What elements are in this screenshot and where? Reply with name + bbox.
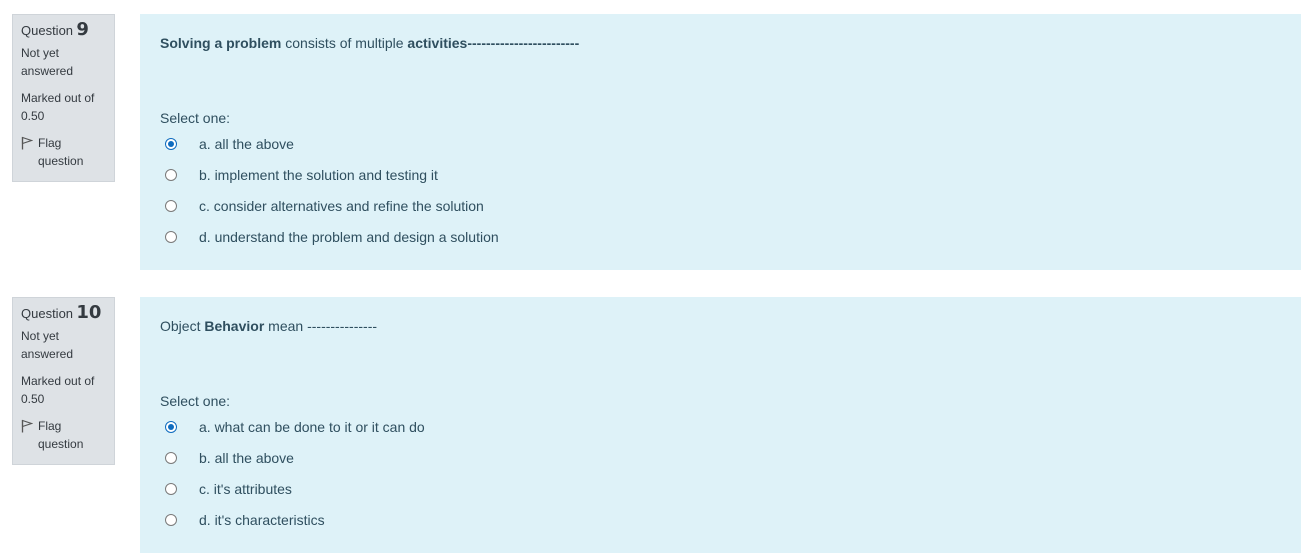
answer-label[interactable]: c. it's attributes [199, 481, 292, 497]
question-text-part: ------------------------ [467, 35, 580, 51]
answer-option-d[interactable]: d. understand the problem and design a s… [165, 226, 499, 248]
select-one-prompt: Select one: [160, 393, 231, 409]
answer-option-b[interactable]: b. implement the solution and testing it [165, 164, 438, 186]
flag-icon [21, 419, 33, 433]
question-number-label: Question [21, 306, 74, 321]
flag-question-link[interactable]: Flag question [21, 417, 106, 453]
question-grade: Marked out of 0.50 [21, 374, 95, 406]
question-number-label: Question [21, 23, 74, 38]
question-grade: Marked out of 0.50 [21, 91, 95, 123]
question-state: Not yet answered [21, 329, 74, 361]
answer-option-c[interactable]: c. consider alternatives and refine the … [165, 195, 484, 217]
radio-button[interactable] [165, 514, 177, 526]
answer-label[interactable]: d. understand the problem and design a s… [199, 229, 499, 245]
answer-label[interactable]: b. all the above [199, 450, 294, 466]
answer-option-c[interactable]: c. it's attributes [165, 478, 292, 500]
answer-label[interactable]: a. all the above [199, 136, 294, 152]
flag-question-link[interactable]: Flag question [21, 134, 106, 170]
question-text: Solving a problem consists of multiple a… [160, 35, 579, 51]
radio-button[interactable] [165, 421, 177, 433]
answer-label[interactable]: c. consider alternatives and refine the … [199, 198, 484, 214]
question-text-part: Object [160, 318, 205, 334]
question-number: Question 10 [21, 304, 106, 323]
answer-label[interactable]: d. it's characteristics [199, 512, 325, 528]
question-info: Question 9 Not yet answered Marked out o… [12, 14, 115, 182]
question-state: Not yet answered [21, 46, 74, 78]
question-info: Question 10 Not yet answered Marked out … [12, 297, 115, 465]
flag-icon [21, 136, 33, 150]
radio-button[interactable] [165, 231, 177, 243]
question-number-value: 9 [76, 19, 89, 40]
question-text-part: Behavior [204, 318, 265, 334]
radio-button[interactable] [165, 452, 177, 464]
radio-button[interactable] [165, 483, 177, 495]
radio-button[interactable] [165, 200, 177, 212]
answer-option-d[interactable]: d. it's characteristics [165, 509, 325, 531]
question-number: Question 9 [21, 21, 106, 40]
question-text-part: activities [407, 35, 468, 51]
question-text: Object Behavior mean --------------- [160, 318, 377, 334]
select-one-prompt: Select one: [160, 110, 231, 126]
answer-option-a[interactable]: a. what can be done to it or it can do [165, 416, 425, 438]
question-content: Object Behavior mean --------------- Sel… [140, 297, 1301, 553]
question-text-part: consists of multiple [281, 35, 408, 51]
answer-option-b[interactable]: b. all the above [165, 447, 294, 469]
radio-button[interactable] [165, 169, 177, 181]
question-text-part: mean --------------- [264, 318, 378, 334]
flag-question-label: Flag question [38, 419, 84, 451]
question-content: Solving a problem consists of multiple a… [140, 14, 1301, 270]
question-text-part: Solving a problem [160, 35, 282, 51]
answer-option-a[interactable]: a. all the above [165, 133, 294, 155]
flag-question-label: Flag question [38, 136, 84, 168]
answer-label[interactable]: a. what can be done to it or it can do [199, 419, 425, 435]
question-number-value: 10 [76, 302, 102, 323]
radio-button[interactable] [165, 138, 177, 150]
answer-label[interactable]: b. implement the solution and testing it [199, 167, 438, 183]
